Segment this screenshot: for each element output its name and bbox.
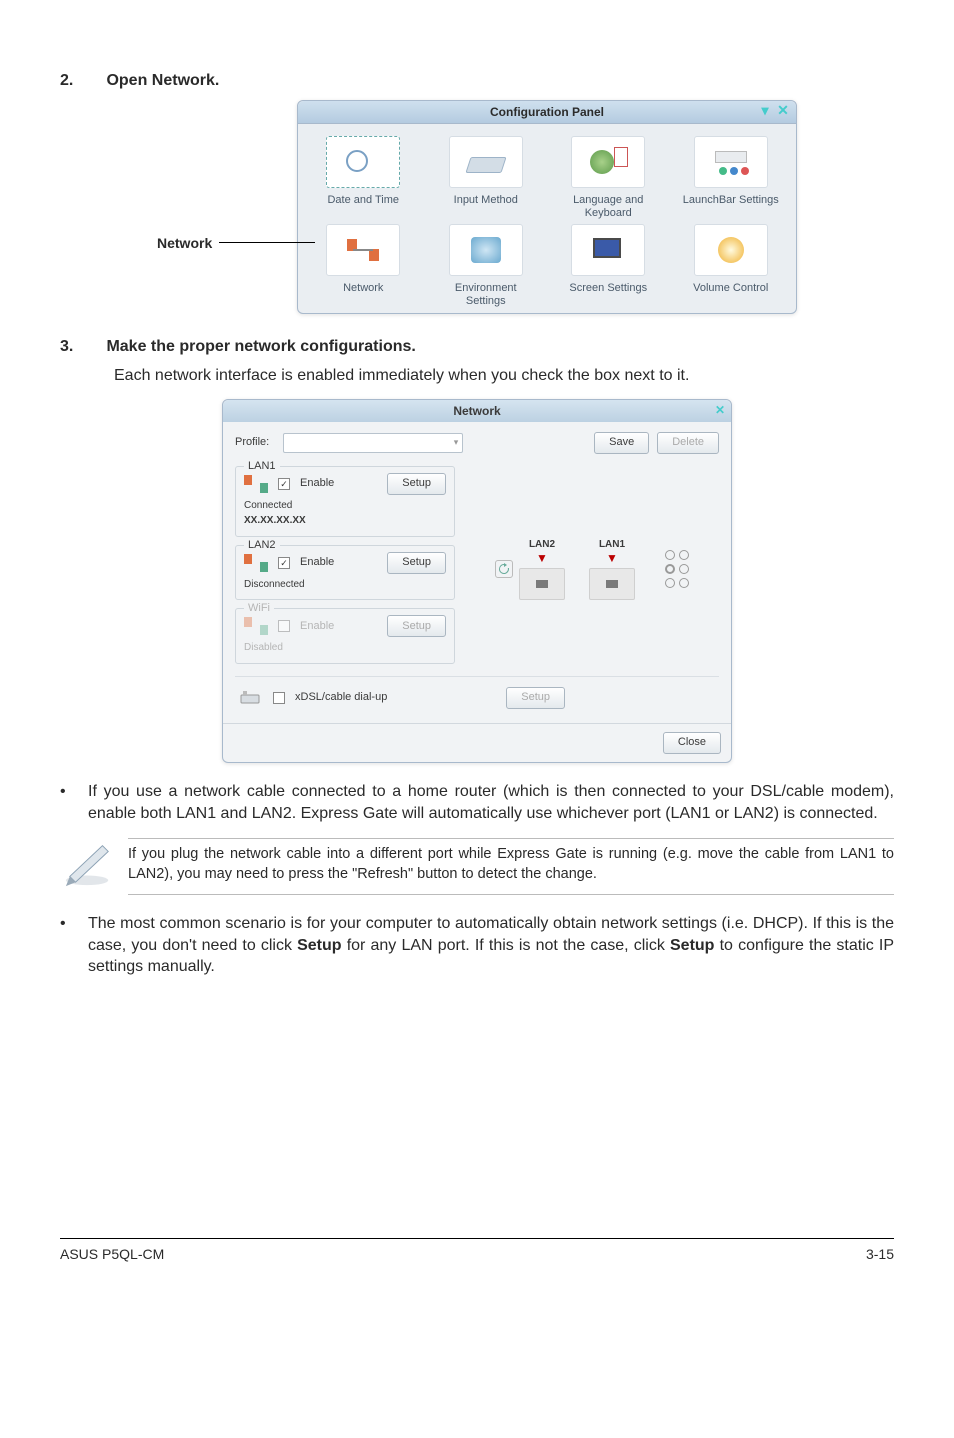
note-text: If you plug the network cable into a dif… <box>128 838 894 895</box>
lan-icon <box>244 554 268 572</box>
setup-bold: Setup <box>670 937 714 954</box>
config-panel-figure: Network Configuration Panel ▾ ✕ Date and… <box>157 100 797 314</box>
bullet-icon: • <box>60 913 88 978</box>
step3-title: Make the proper network configurations. <box>106 338 415 355</box>
network-callout-label: Network <box>157 234 212 253</box>
cfg-item-date-time[interactable]: Date and Time <box>302 132 425 220</box>
setup-bold: Setup <box>297 937 341 954</box>
step3-body: Each network interface is enabled immedi… <box>114 365 894 387</box>
lan1-ip: XX.XX.XX.XX <box>244 514 446 528</box>
step2-number: 2. <box>60 70 102 92</box>
cfg-item-input-method[interactable]: Input Method <box>425 132 548 220</box>
port-lan1-label: LAN1 <box>589 538 635 552</box>
close-icon[interactable]: ✕ <box>776 103 790 117</box>
network-dialog-titlebar: Network ✕ <box>223 400 731 422</box>
cfg-label: Screen Settings <box>547 282 670 295</box>
cfg-item-volume[interactable]: Volume Control <box>670 220 793 308</box>
ports-diagram: LAN2 ▼ LAN1 ▼ <box>465 466 719 672</box>
step2-title: Open Network. <box>106 72 219 89</box>
bullet-icon: • <box>60 781 88 824</box>
arrow-down-icon: ▼ <box>589 552 635 564</box>
lan2-enable-label: Enable <box>300 555 334 570</box>
cfg-label: LaunchBar Settings <box>670 194 793 207</box>
network-dialog-title-text: Network <box>453 404 500 418</box>
arrow-down-icon: ▼ <box>519 552 565 564</box>
page-footer: ASUS P5QL-CM 3-15 <box>60 1238 894 1264</box>
cfg-item-language-keyboard[interactable]: Language and Keyboard <box>547 132 670 220</box>
close-icon[interactable]: ✕ <box>715 402 725 418</box>
save-button[interactable]: Save <box>594 432 649 454</box>
wifi-legend: WiFi <box>244 601 274 616</box>
lan1-legend: LAN1 <box>244 459 280 474</box>
close-button[interactable]: Close <box>663 732 721 754</box>
lan-icon <box>244 475 268 493</box>
port-lan2-drawing <box>519 568 565 600</box>
port-lan2-label: LAN2 <box>519 538 565 552</box>
cfg-item-environment[interactable]: Environment Settings <box>425 220 548 308</box>
config-panel-window: Configuration Panel ▾ ✕ Date and Time In… <box>297 100 797 314</box>
cfg-item-launchbar[interactable]: LaunchBar Settings <box>670 132 793 220</box>
lan2-group: LAN2 ✓ Enable Setup Disconnected <box>235 545 455 601</box>
step3-number: 3. <box>60 336 102 358</box>
port-leds <box>665 550 689 588</box>
cfg-label: Environment Settings <box>425 282 548 308</box>
lan2-setup-button[interactable]: Setup <box>387 552 446 574</box>
xdsl-checkbox[interactable] <box>273 692 285 704</box>
delete-button[interactable]: Delete <box>657 432 719 454</box>
step3-heading: 3. Make the proper network configuration… <box>60 336 894 358</box>
cfg-item-network[interactable]: Network <box>302 220 425 308</box>
config-panel-title-text: Configuration Panel <box>490 105 604 119</box>
lan2-status: Disconnected <box>244 578 446 592</box>
bullet2-text: The most common scenario is for your com… <box>88 913 894 978</box>
refresh-icon[interactable] <box>495 560 513 578</box>
wifi-setup-button: Setup <box>387 615 446 637</box>
lan2-enable-checkbox[interactable]: ✓ <box>278 557 290 569</box>
wifi-enable-label: Enable <box>300 619 334 634</box>
wifi-enable-checkbox <box>278 620 290 632</box>
minimize-icon[interactable]: ▾ <box>758 103 772 117</box>
footer-right: 3-15 <box>866 1245 894 1264</box>
wifi-group: WiFi Enable Setup Disabled <box>235 608 455 664</box>
cfg-label: Date and Time <box>302 194 425 207</box>
port-lan1-drawing <box>589 568 635 600</box>
modem-icon <box>239 689 263 707</box>
cfg-label: Input Method <box>425 194 548 207</box>
cfg-label: Network <box>302 282 425 295</box>
network-callout-line <box>219 242 315 243</box>
xdsl-label: xDSL/cable dial-up <box>295 690 387 705</box>
xdsl-setup-button[interactable]: Setup <box>506 687 565 709</box>
footer-left: ASUS P5QL-CM <box>60 1245 164 1264</box>
cfg-item-screen[interactable]: Screen Settings <box>547 220 670 308</box>
lan1-setup-button[interactable]: Setup <box>387 473 446 495</box>
lan1-enable-checkbox[interactable]: ✓ <box>278 478 290 490</box>
note-pencil-icon <box>60 838 118 895</box>
network-dialog: Network ✕ Profile: Save Delete LAN1 ✓ En… <box>222 399 732 763</box>
wifi-status: Disabled <box>244 641 446 655</box>
step2-heading: 2. Open Network. <box>60 70 894 92</box>
profile-combo[interactable] <box>283 433 463 453</box>
profile-label: Profile: <box>235 435 269 450</box>
config-panel-titlebar: Configuration Panel ▾ ✕ <box>298 101 796 124</box>
cfg-label: Language and Keyboard <box>547 194 670 220</box>
lan2-legend: LAN2 <box>244 538 280 553</box>
lan1-group: LAN1 ✓ Enable Setup Connected XX.XX.XX.X… <box>235 466 455 537</box>
wifi-icon <box>244 617 268 635</box>
bullet1-text: If you use a network cable connected to … <box>88 781 894 824</box>
lan1-status: Connected <box>244 499 446 513</box>
lan1-enable-label: Enable <box>300 476 334 491</box>
cfg-label: Volume Control <box>670 282 793 295</box>
